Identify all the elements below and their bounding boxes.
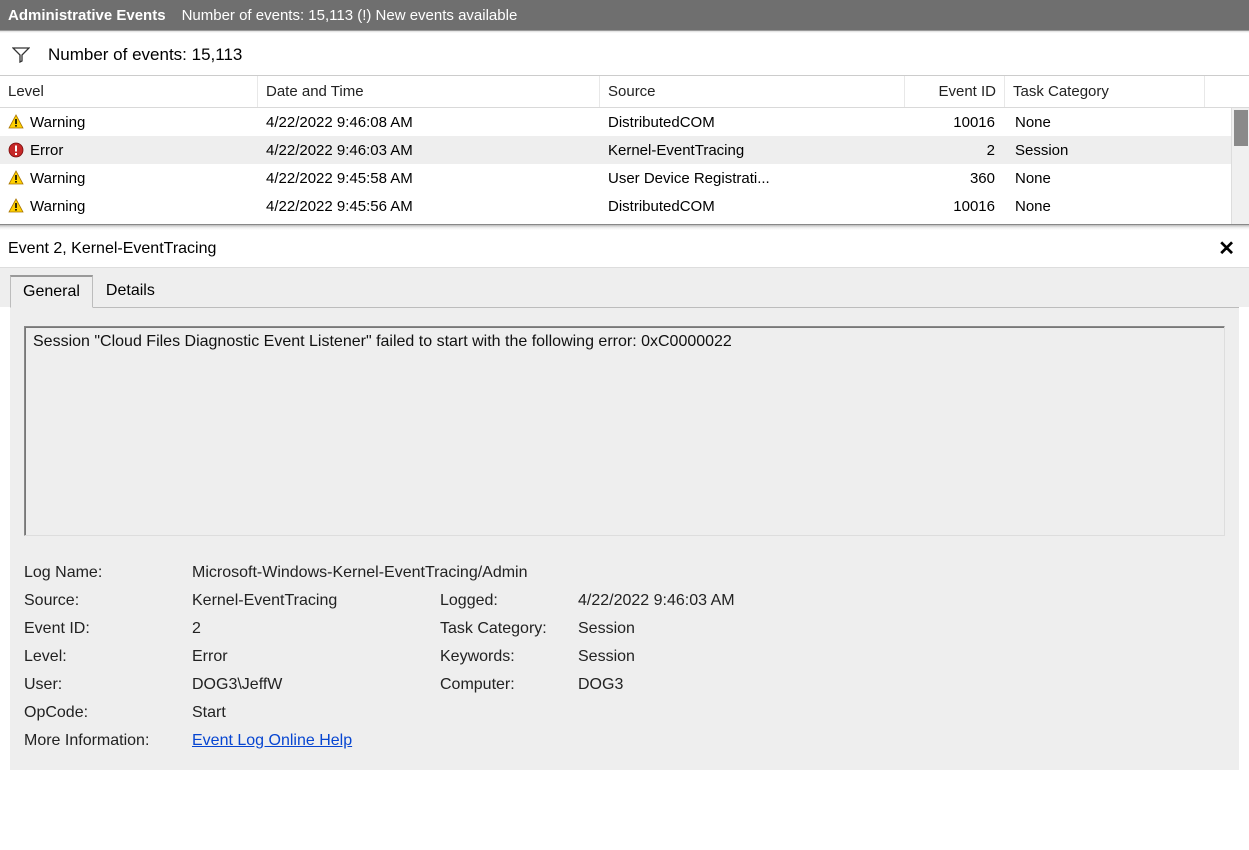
label-computer: Computer: — [440, 676, 570, 694]
cell-date: 4/22/2022 9:46:08 AM — [258, 114, 600, 131]
titlebar-subtitle: Number of events: 15,113 (!) New events … — [182, 7, 518, 24]
label-user: User: — [24, 676, 184, 694]
value-source: Kernel-EventTracing — [192, 592, 432, 610]
titlebar-title: Administrative Events — [8, 7, 166, 24]
label-opcode: OpCode: — [24, 704, 184, 722]
cell-task: None — [1005, 198, 1205, 215]
tabs: General Details — [0, 267, 1249, 307]
cell-eventid: 2 — [905, 142, 1005, 159]
value-opcode: Start — [192, 704, 878, 722]
cell-level: Error — [30, 142, 63, 159]
filter-icon[interactable] — [12, 47, 30, 63]
label-source: Source: — [24, 592, 184, 610]
table-row[interactable]: Warning 4/22/2022 9:45:56 AMDistributedCO… — [0, 192, 1249, 220]
detail-heading: Event 2, Kernel-EventTracing — [8, 240, 216, 258]
cell-level: Warning — [30, 170, 85, 187]
detail-header: Event 2, Kernel-EventTracing ✕ — [0, 230, 1249, 267]
cell-source: DistributedCOM — [600, 114, 905, 131]
label-logged: Logged: — [440, 592, 570, 610]
label-logname: Log Name: — [24, 564, 184, 582]
col-header-date[interactable]: Date and Time — [258, 76, 600, 107]
cell-level: Warning — [30, 114, 85, 131]
close-icon[interactable]: ✕ — [1212, 236, 1241, 261]
value-logname: Microsoft-Windows-Kernel-EventTracing/Ad… — [192, 564, 878, 582]
table-row[interactable]: Error 4/22/2022 9:46:03 AMKernel-EventTra… — [0, 136, 1249, 164]
tab-content-general: Session "Cloud Files Diagnostic Event Li… — [10, 307, 1239, 770]
grid-body: Warning4/22/2022 9:46:08 AMDistributedCO… — [0, 108, 1249, 224]
cell-date: 4/22/2022 9:46:03 AM — [258, 142, 600, 159]
warning-icon — [8, 170, 24, 186]
table-row[interactable]: Warning 4/22/2022 9:45:58 AMUser Device R… — [0, 164, 1249, 192]
col-header-level[interactable]: Level — [0, 76, 258, 107]
value-keywords: Session — [578, 648, 878, 666]
value-logged: 4/22/2022 9:46:03 AM — [578, 592, 878, 610]
value-moreinfo: Event Log Online Help — [192, 732, 878, 750]
vertical-scrollbar[interactable] — [1231, 108, 1249, 224]
cell-task: Session — [1005, 142, 1205, 159]
event-properties: Log Name: Microsoft-Windows-Kernel-Event… — [24, 564, 1225, 750]
label-taskcat: Task Category: — [440, 620, 570, 638]
cell-date: 4/22/2022 9:45:58 AM — [258, 170, 600, 187]
cell-eventid: 360 — [905, 170, 1005, 187]
cell-date: 4/22/2022 9:45:56 AM — [258, 198, 600, 215]
filter-bar: Number of events: 15,113 — [0, 34, 1249, 76]
label-keywords: Keywords: — [440, 648, 570, 666]
col-header-source[interactable]: Source — [600, 76, 905, 107]
value-computer: DOG3 — [578, 676, 878, 694]
cell-eventid: 10016 — [905, 114, 1005, 131]
filter-text: Number of events: 15,113 — [48, 45, 242, 65]
cell-source: User Device Registrati... — [600, 170, 905, 187]
value-eventid: 2 — [192, 620, 432, 638]
cell-source: DistributedCOM — [600, 198, 905, 215]
tab-general[interactable]: General — [10, 275, 93, 308]
cell-task: None — [1005, 170, 1205, 187]
warning-icon — [8, 198, 24, 214]
cell-source: Kernel-EventTracing — [600, 142, 905, 159]
cell-level: Warning — [30, 198, 85, 215]
col-header-eventid[interactable]: Event ID — [905, 76, 1005, 107]
value-user: DOG3\JeffW — [192, 676, 432, 694]
value-level: Error — [192, 648, 432, 666]
label-eventid: Event ID: — [24, 620, 184, 638]
warning-icon — [8, 114, 24, 130]
event-log-help-link[interactable]: Event Log Online Help — [192, 732, 352, 749]
titlebar: Administrative Events Number of events: … — [0, 0, 1249, 30]
grid-header: Level Date and Time Source Event ID Task… — [0, 76, 1249, 108]
value-taskcat: Session — [578, 620, 878, 638]
label-moreinfo: More Information: — [24, 732, 184, 750]
error-icon — [8, 142, 24, 158]
cell-task: None — [1005, 114, 1205, 131]
cell-eventid: 10016 — [905, 198, 1005, 215]
tab-details[interactable]: Details — [93, 275, 168, 308]
col-header-task[interactable]: Task Category — [1005, 76, 1205, 107]
table-row[interactable]: Warning 4/22/2022 9:46:08 AMDistributedCO… — [0, 108, 1249, 136]
scrollbar-thumb[interactable] — [1234, 110, 1248, 146]
label-level: Level: — [24, 648, 184, 666]
event-description: Session "Cloud Files Diagnostic Event Li… — [24, 326, 1225, 536]
